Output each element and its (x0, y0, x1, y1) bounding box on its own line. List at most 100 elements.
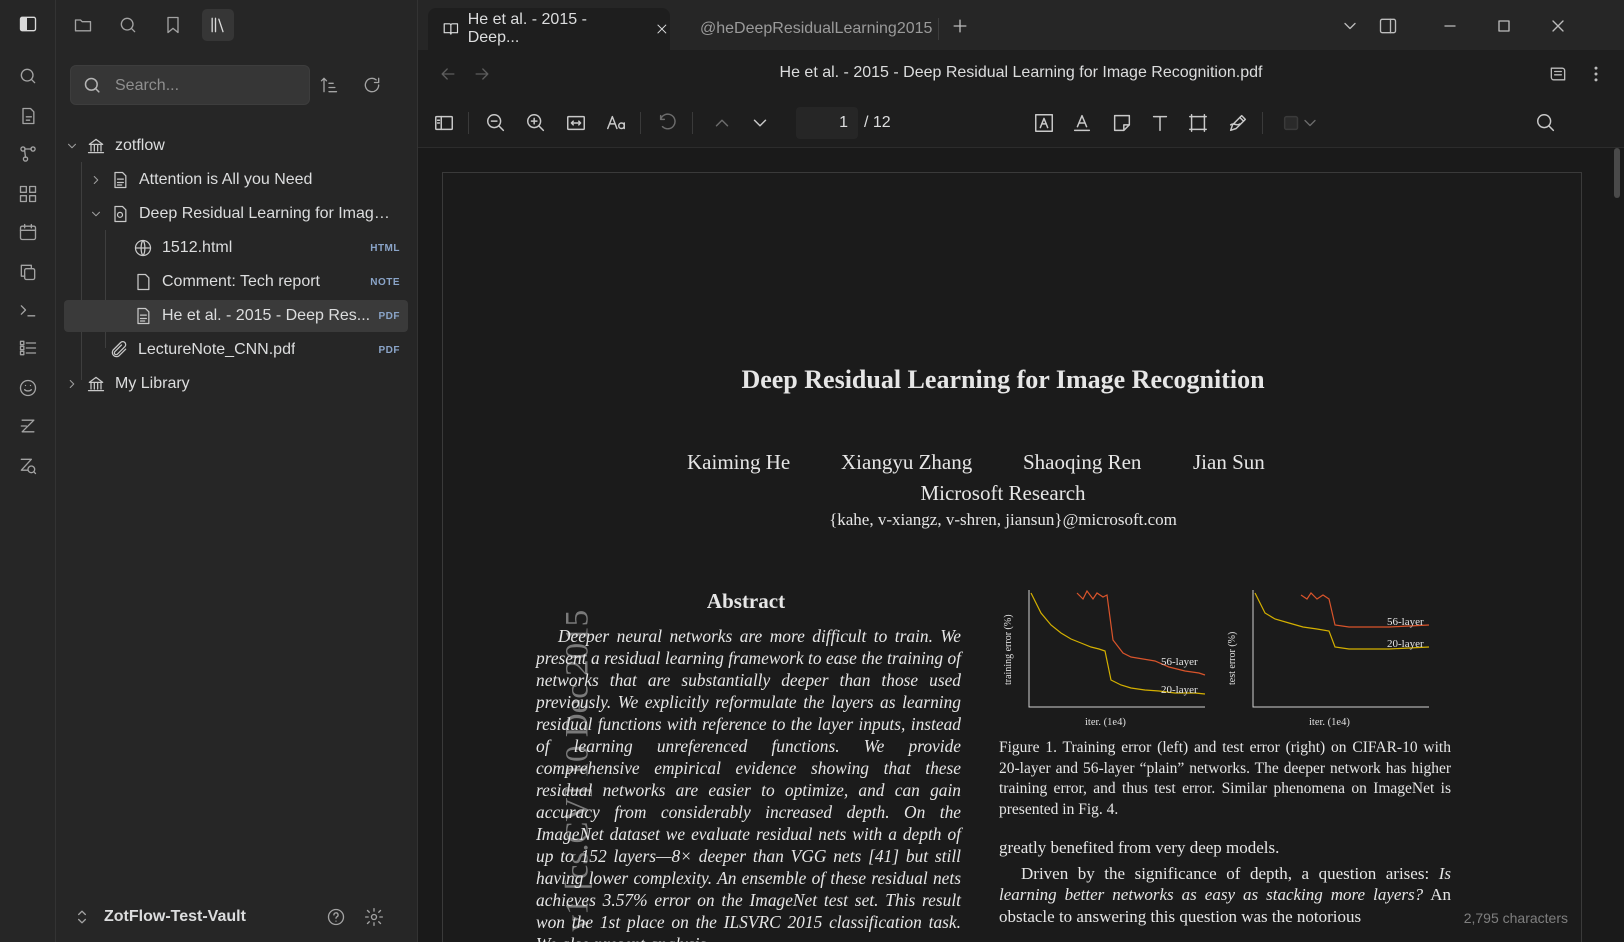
tree-item-pdf[interactable]: He et al. - 2015 - Deep Res... PDF (64, 300, 408, 332)
tree-item-label: 1512.html (162, 239, 233, 256)
page-number-input[interactable] (796, 107, 858, 139)
terminal-icon[interactable] (14, 296, 42, 324)
pdf-toolbar: / 12 (418, 98, 1624, 148)
tab-pdf[interactable]: He et al. - 2015 - Deep... (428, 8, 670, 50)
body-text-span: Driven by the significance of depth, a q… (1021, 863, 1439, 883)
right-sidebar-icon[interactable] (1372, 10, 1404, 42)
zoom-in-icon[interactable] (520, 107, 552, 139)
tree-item-my-library[interactable]: My Library (64, 368, 408, 400)
copy-icon[interactable] (14, 258, 42, 286)
new-tab-icon[interactable] (944, 10, 976, 42)
underline-text-icon[interactable] (1066, 107, 1098, 139)
tab-bar: He et al. - 2015 - Deep... @heDeepResidu… (418, 0, 1624, 50)
note-icon (132, 271, 154, 293)
type-badge: PDF (378, 344, 400, 356)
close-window-icon[interactable] (1542, 10, 1574, 42)
tree-item-note[interactable]: Comment: Tech report NOTE (64, 266, 408, 298)
left-plot: training error (%) 56-layer 20-layer ite… (1003, 589, 1206, 728)
library-icon (85, 373, 107, 395)
text-appearance-icon[interactable] (600, 107, 632, 139)
list-icon[interactable] (14, 334, 42, 362)
affiliation: Microsoft Research (920, 481, 1086, 505)
body-text: greatly benefited from very deep models.… (999, 837, 1451, 927)
pdf-page[interactable]: Deep Residual Learning for Image Recogni… (442, 172, 1582, 942)
series-label-20: 20-layer (1387, 638, 1424, 650)
zotflow-search-icon[interactable] (14, 452, 42, 480)
tree-item-html[interactable]: 1512.html HTML (64, 232, 408, 264)
toggle-sidebar-icon[interactable] (14, 10, 42, 38)
maximize-icon[interactable] (1488, 10, 1520, 42)
next-page-icon[interactable] (744, 107, 776, 139)
toolbar-divider (692, 112, 693, 134)
area-select-icon[interactable] (1182, 107, 1214, 139)
tab-divider (938, 18, 939, 40)
vertical-scrollbar[interactable] (1614, 148, 1620, 198)
refresh-icon[interactable] (356, 69, 388, 101)
tree-item-lecture-note[interactable]: LectureNote_CNN.pdf PDF (64, 334, 408, 366)
page-total: / 12 (864, 114, 891, 131)
find-in-pdf-icon[interactable] (1530, 107, 1562, 139)
body-paragraph: Driven by the significance of depth, a q… (999, 863, 1451, 928)
tree-item-label: Attention is All you Need (139, 171, 313, 188)
status-character-count: 2,795 characters (1463, 910, 1568, 926)
nav-bar: He et al. - 2015 - Deep Residual Learnin… (418, 50, 1624, 98)
highlight-text-icon[interactable] (1028, 107, 1060, 139)
search-icon (84, 77, 100, 93)
reading-view-icon[interactable] (1542, 58, 1574, 90)
chevron-right-icon[interactable] (64, 376, 80, 392)
sidebar-toggle-icon[interactable] (428, 107, 460, 139)
text-annotation-icon[interactable] (1144, 107, 1176, 139)
right-plot: test error (%) 56-layer 20-layer iter. (… (1227, 590, 1430, 728)
author-name: Jian Sun (1193, 450, 1265, 474)
folder-icon[interactable] (67, 9, 99, 41)
vault-name[interactable]: ZotFlow-Test-Vault (104, 908, 246, 926)
minimize-icon[interactable] (1434, 10, 1466, 42)
search-input[interactable] (115, 74, 295, 98)
undo-icon[interactable] (652, 107, 684, 139)
tree-item-deep-residual[interactable]: Deep Residual Learning for Image ... (64, 198, 408, 230)
canvas-icon[interactable] (14, 180, 42, 208)
search-icon[interactable] (14, 62, 42, 90)
tab-note[interactable]: @heDeepResidualLearning2015 (686, 8, 936, 50)
library-tab-icon[interactable] (202, 9, 234, 41)
vault-switch-icon[interactable] (66, 901, 98, 933)
series-label-56: 56-layer (1161, 656, 1198, 668)
y-axis-label: training error (%) (1003, 614, 1014, 685)
pdf-icon (132, 305, 154, 327)
previous-page-icon[interactable] (706, 107, 738, 139)
item-icon (109, 203, 131, 225)
author-name: Shaoqing Ren (1023, 450, 1142, 474)
calendar-icon[interactable] (14, 218, 42, 246)
tree-item-attention[interactable]: Attention is All you Need (64, 164, 408, 196)
draw-icon[interactable] (1222, 107, 1254, 139)
chevron-down-icon[interactable] (88, 206, 104, 222)
chevron-down-icon[interactable] (64, 138, 80, 154)
vault-bar: ZotFlow-Test-Vault (56, 892, 418, 942)
zoom-out-icon[interactable] (480, 107, 512, 139)
help-icon[interactable] (320, 901, 352, 933)
toolbar-divider (468, 112, 469, 134)
bookmark-icon[interactable] (157, 9, 189, 41)
zotero-icon[interactable] (14, 412, 42, 440)
note-annotation-icon[interactable] (1106, 107, 1138, 139)
tree-item-label: Comment: Tech report (162, 273, 320, 290)
paper-title: Deep Residual Learning for Image Recogni… (741, 365, 1265, 394)
chevron-right-icon[interactable] (88, 172, 104, 188)
type-badge: NOTE (370, 276, 400, 288)
tree-item-label: My Library (115, 375, 190, 392)
search-tab-icon[interactable] (112, 9, 144, 41)
smiley-icon[interactable] (14, 374, 42, 402)
graph-view-icon[interactable] (14, 140, 42, 168)
close-icon[interactable] (654, 21, 670, 37)
fit-width-icon[interactable] (560, 107, 592, 139)
ribbon (0, 0, 56, 942)
settings-gear-icon[interactable] (358, 901, 390, 933)
chevron-down-icon[interactable] (1334, 10, 1366, 42)
tree-item-zotflow[interactable]: zotflow (64, 130, 408, 162)
more-options-icon[interactable] (1580, 58, 1612, 90)
sort-icon[interactable] (313, 69, 345, 101)
new-note-icon[interactable] (14, 102, 42, 130)
library-icon (85, 135, 107, 157)
pdf-viewport[interactable]: Deep Residual Learning for Image Recogni… (418, 148, 1624, 942)
chevron-down-icon[interactable] (1300, 107, 1320, 139)
